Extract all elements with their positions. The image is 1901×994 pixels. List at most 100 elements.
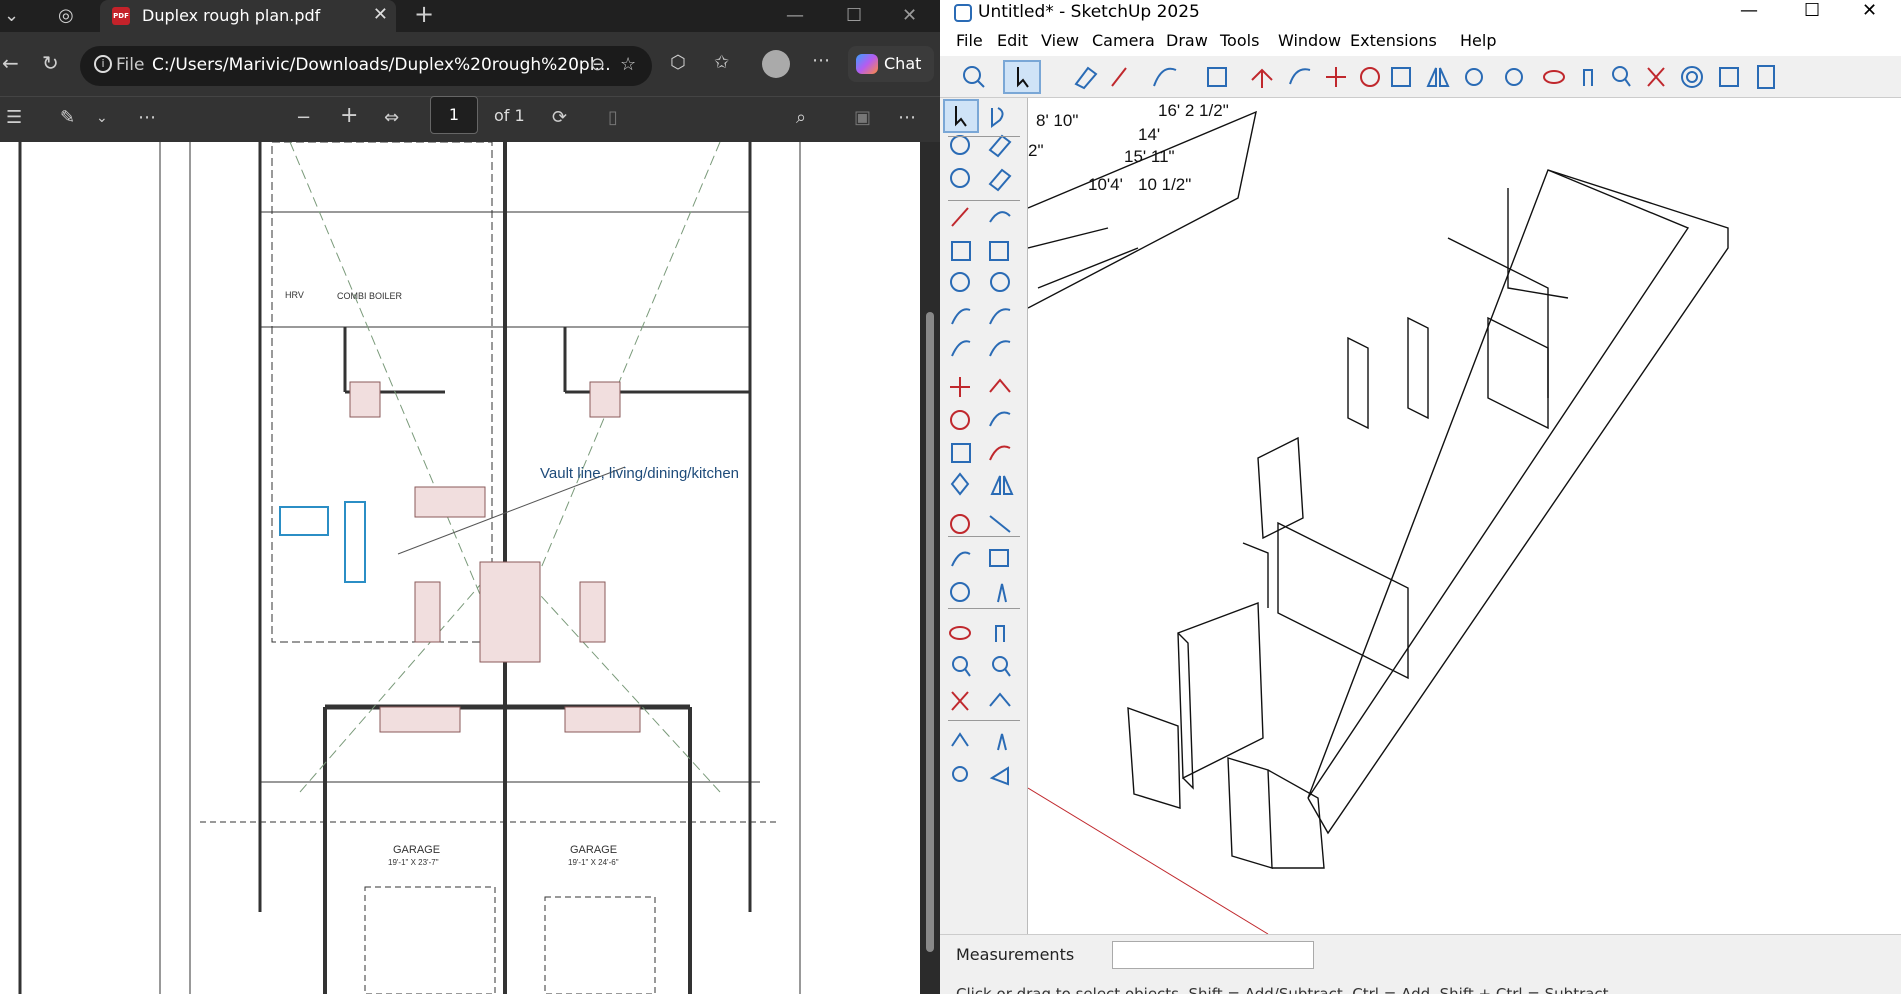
lt-freehand-icon[interactable]	[989, 211, 1011, 223]
menu-tools[interactable]: Tools	[1220, 31, 1259, 50]
menu-draw[interactable]: Draw	[1166, 31, 1208, 50]
measurements-input[interactable]	[1112, 941, 1314, 969]
lt-circle-icon[interactable]	[950, 272, 970, 292]
lt-scale-icon[interactable]	[951, 443, 971, 463]
pan-icon[interactable]	[1583, 69, 1593, 86]
favorite-star-icon[interactable]: ☆	[620, 56, 636, 74]
zoom-out-pdf-icon[interactable]: −	[296, 109, 311, 127]
lt-walk-icon[interactable]	[997, 733, 1007, 751]
lt-pan-icon[interactable]	[995, 625, 1005, 642]
lt-previous-view-icon[interactable]	[989, 692, 1011, 707]
pdf-scrollbar[interactable]	[920, 142, 940, 994]
lt-arc-icon[interactable]	[951, 308, 971, 325]
workspaces-globe-icon[interactable]: ◎	[58, 7, 74, 25]
paint-bucket-icon[interactable]	[1505, 68, 1523, 86]
lt-lasso-icon[interactable]	[991, 107, 1004, 128]
profile-avatar[interactable]	[762, 50, 790, 78]
lt-follow-me-icon[interactable]	[989, 411, 1011, 427]
refresh-icon[interactable]: ↻	[42, 53, 59, 73]
close-window-icon[interactable]: ✕	[902, 5, 917, 26]
arc-icon[interactable]	[1153, 67, 1177, 87]
orbit-icon[interactable]	[1543, 70, 1565, 84]
lt-3pt-arc-icon[interactable]	[951, 340, 971, 357]
lt-section-icon[interactable]	[989, 766, 1009, 786]
extensions-icon[interactable]: ⬡	[670, 54, 686, 72]
lt-pie-icon[interactable]	[989, 340, 1011, 357]
tab-pdf[interactable]: PDF Duplex rough plan.pdf ✕	[100, 0, 396, 32]
lt-2pt-arc-icon[interactable]	[989, 308, 1011, 325]
minimize-icon[interactable]: —	[786, 5, 804, 26]
pencil-icon[interactable]	[1111, 67, 1127, 87]
maximize-icon[interactable]: ☐	[846, 5, 862, 26]
lt-polygon-icon[interactable]	[990, 272, 1010, 292]
new-tab-icon[interactable]: +	[414, 2, 434, 26]
lt-3d-text-icon[interactable]	[997, 583, 1007, 603]
lt-move-icon[interactable]	[950, 377, 970, 397]
favorites-icon[interactable]: ✩	[714, 54, 729, 72]
tape-measure-icon[interactable]	[1465, 68, 1483, 86]
flip-icon[interactable]	[1426, 67, 1450, 87]
more-menu-icon[interactable]: ⋯	[812, 52, 830, 70]
menu-extensions[interactable]: Extensions	[1350, 31, 1437, 50]
move-icon[interactable]	[1326, 67, 1346, 87]
lt-zoom-icon[interactable]	[952, 656, 971, 677]
rotate-icon[interactable]: ⟳	[552, 109, 567, 127]
eraser-icon[interactable]	[1074, 66, 1098, 90]
lt-component-icon[interactable]	[950, 168, 970, 188]
lt-zoom-window-icon[interactable]	[992, 656, 1011, 677]
lt-look-around-icon[interactable]	[952, 766, 968, 782]
lt-eraser-icon[interactable]	[988, 134, 1012, 158]
lt-axes-tool-icon[interactable]	[950, 582, 970, 602]
rotate-tool-icon[interactable]	[1360, 67, 1380, 87]
menu-window[interactable]: Window	[1278, 31, 1341, 50]
sketchup-viewport[interactable]: 8' 10" 16' 2 1/2" 14' 2" 15' 11" 10'4' 1…	[1028, 98, 1901, 934]
su-maximize-icon[interactable]: ☐	[1804, 0, 1820, 21]
copilot-chat-button[interactable]: Chat	[848, 46, 934, 82]
su-close-icon[interactable]: ✕	[1862, 0, 1877, 21]
draw-icon[interactable]: ✎	[60, 109, 75, 127]
push-pull-icon[interactable]	[1251, 68, 1273, 88]
styles-icon[interactable]	[1757, 65, 1775, 89]
lt-text-icon[interactable]	[989, 549, 1009, 567]
page-view-icon[interactable]: ▯	[608, 109, 618, 127]
save-icon[interactable]: ▣	[854, 109, 871, 127]
tab-close-icon[interactable]: ✕	[373, 4, 388, 25]
su-minimize-icon[interactable]: —	[1740, 0, 1758, 21]
fit-page-icon[interactable]: ⇔	[384, 109, 399, 127]
zoom-extents-icon[interactable]	[1647, 67, 1665, 87]
tab-actions-chevron-icon[interactable]: ⌄	[4, 7, 19, 25]
menu-edit[interactable]: Edit	[997, 31, 1028, 50]
zoom-in-pdf-icon[interactable]: +	[340, 105, 358, 127]
lt-position-camera-icon[interactable]	[951, 732, 969, 747]
zoom-icon[interactable]	[963, 66, 985, 88]
lt-push-pull-icon[interactable]	[989, 378, 1011, 393]
menu-help[interactable]: Help	[1460, 31, 1496, 50]
lt-line-icon[interactable]	[951, 207, 969, 227]
rectangle-icon[interactable]	[1207, 67, 1227, 87]
scroll-thumb[interactable]	[926, 312, 934, 952]
more-tools-icon[interactable]: ⋯	[138, 109, 156, 127]
menu-camera[interactable]: Camera	[1092, 31, 1155, 50]
menu-view[interactable]: View	[1041, 31, 1079, 50]
select-tool-icon[interactable]	[1003, 60, 1041, 94]
lt-offset-icon[interactable]	[989, 445, 1011, 461]
draw-chevron-icon[interactable]: ⌄	[96, 109, 108, 127]
scale-icon[interactable]	[1391, 67, 1411, 87]
info-icon[interactable]: i	[94, 55, 112, 73]
zoom-out-icon[interactable]: ⊖	[590, 56, 605, 74]
lt-paint-icon[interactable]	[950, 135, 970, 155]
lt-tape-icon[interactable]	[950, 514, 970, 534]
pdf-more-icon[interactable]: ⋯	[898, 109, 916, 127]
lt-rotate-icon[interactable]	[950, 410, 970, 430]
lt-select-icon[interactable]	[943, 99, 979, 133]
lt-rotated-rect-icon[interactable]	[989, 241, 1009, 261]
lt-rectangle-icon[interactable]	[951, 241, 971, 261]
lt-axes-icon[interactable]	[950, 472, 970, 496]
menu-file[interactable]: File	[956, 31, 983, 50]
back-icon[interactable]: ←	[2, 53, 19, 73]
lt-dimension-icon[interactable]	[989, 515, 1011, 533]
lt-tag-icon[interactable]	[988, 168, 1012, 192]
warehouse-icon[interactable]	[1681, 66, 1703, 88]
contents-list-icon[interactable]: ☰	[6, 109, 22, 127]
zoom-tool-icon[interactable]	[1612, 66, 1631, 87]
